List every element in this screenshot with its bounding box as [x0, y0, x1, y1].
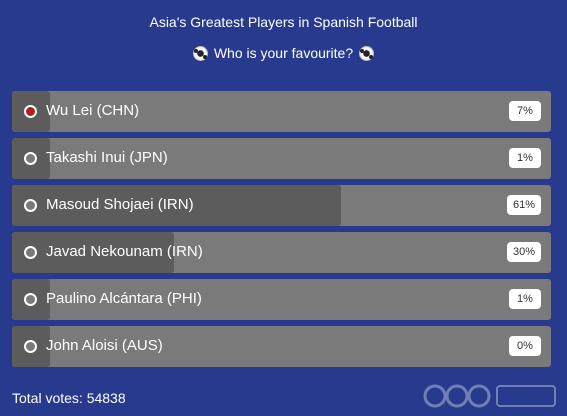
option-label: Wu Lei (CHN)	[46, 102, 140, 119]
percent-badge: 30%	[506, 242, 541, 262]
poll-option[interactable]: John Aloisi (AUS) 0%	[12, 326, 551, 367]
poll-option[interactable]: Takashi Inui (JPN) 1%	[12, 138, 551, 179]
radio-icon[interactable]	[24, 340, 37, 353]
poll-option[interactable]: Wu Lei (CHN) 7%	[12, 91, 551, 132]
radio-icon[interactable]	[24, 246, 37, 259]
percent-badge: 1%	[509, 289, 541, 309]
watermark-logo	[423, 384, 556, 408]
poll-option[interactable]: Paulino Alcántara (PHI) 1%	[12, 279, 551, 320]
radio-icon[interactable]	[24, 105, 37, 118]
percent-badge: 61%	[506, 195, 541, 215]
poll-title: Asia's Greatest Players in Spanish Footb…	[149, 14, 418, 30]
soccer-ball-icon	[359, 45, 375, 61]
radio-icon[interactable]	[24, 199, 37, 212]
percent-badge: 0%	[509, 336, 541, 356]
radio-icon[interactable]	[24, 152, 37, 165]
poll-options: Wu Lei (CHN) 7% Takashi Inui (JPN) 1% Ma…	[12, 91, 551, 373]
percent-badge: 1%	[509, 148, 541, 168]
percent-badge: 7%	[509, 101, 541, 121]
option-label: Masoud Shojaei (IRN)	[46, 196, 194, 213]
poll-subtitle: Who is your favourite?	[213, 45, 354, 61]
radio-icon[interactable]	[24, 293, 37, 306]
poll-option[interactable]: Masoud Shojaei (IRN) 61%	[12, 185, 551, 226]
option-label: Paulino Alcántara (PHI)	[46, 290, 202, 307]
total-votes: Total votes: 54838	[12, 390, 126, 406]
option-label: Javad Nekounam (IRN)	[46, 243, 203, 260]
poll-subtitle-row: Who is your favourite?	[0, 45, 567, 61]
soccer-ball-icon	[192, 45, 208, 61]
option-label: John Aloisi (AUS)	[46, 337, 163, 354]
option-label: Takashi Inui (JPN)	[46, 149, 168, 166]
poll-option[interactable]: Javad Nekounam (IRN) 30%	[12, 232, 551, 273]
